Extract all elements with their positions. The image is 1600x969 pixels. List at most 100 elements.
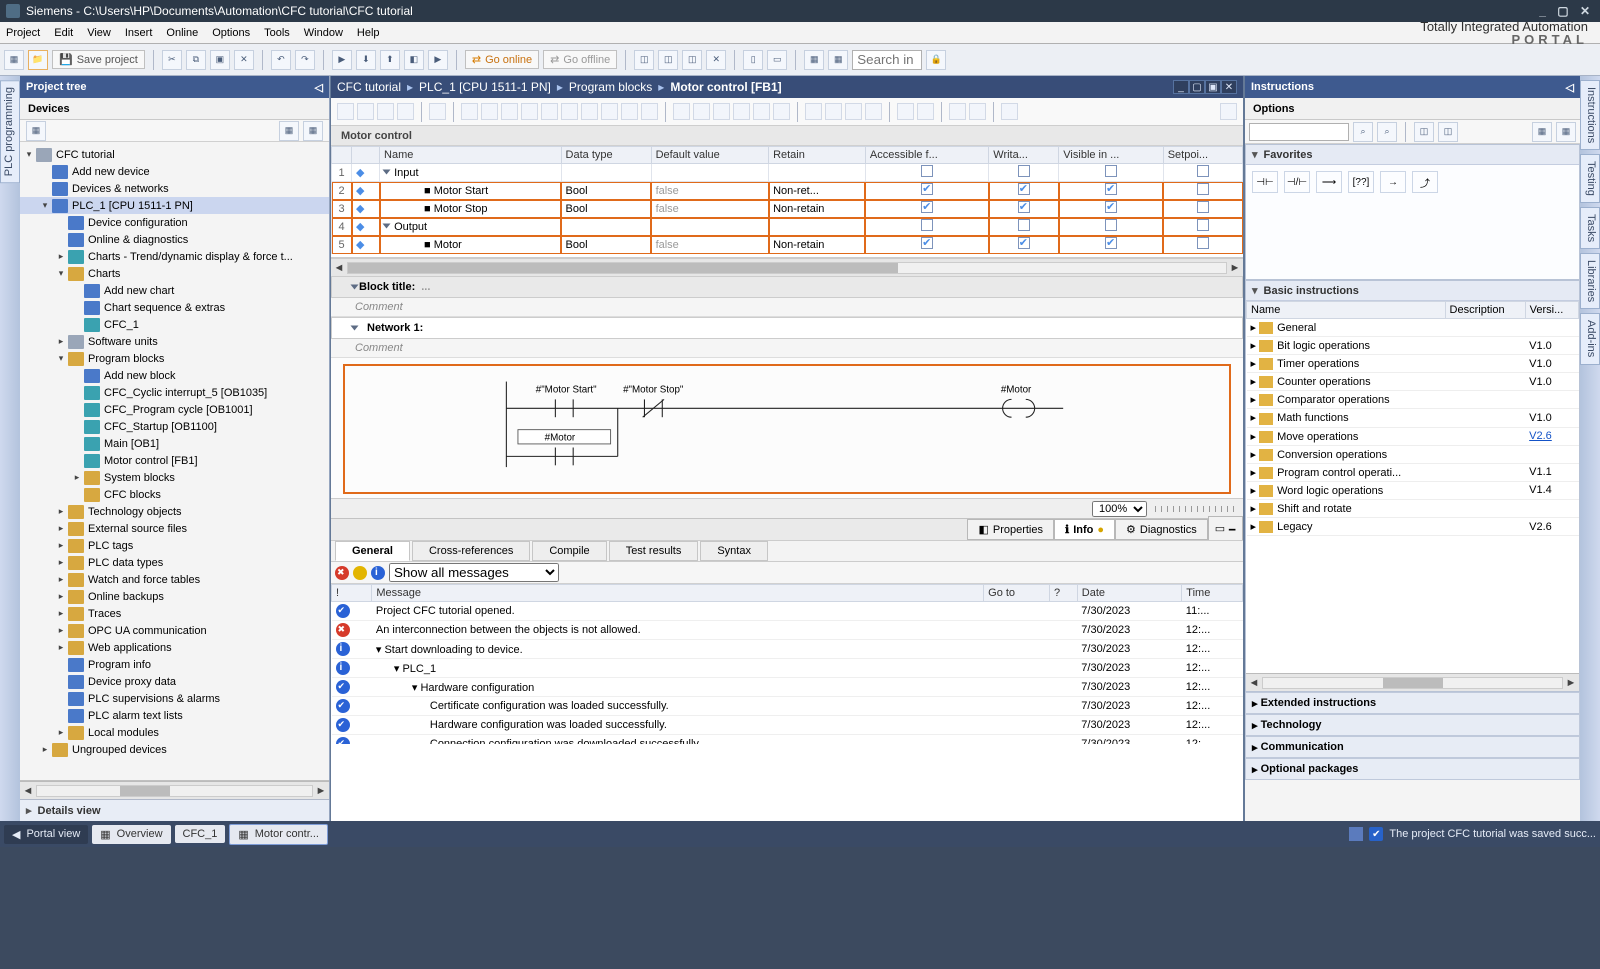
tree-row[interactable]: CFC_Startup [OB1100] [20,418,329,435]
etb-icon[interactable] [337,103,354,120]
instruction-row[interactable]: ▸ Counter operationsV1.0 [1247,373,1579,391]
tree-expand-icon[interactable] [72,405,82,415]
tool-4-icon[interactable]: ▦ [804,50,824,70]
etb-icon[interactable] [429,103,446,120]
tree-expand-icon[interactable]: ▸ [56,643,66,653]
etb-icon[interactable] [949,103,966,120]
tree-row[interactable]: Motor control [FB1] [20,452,329,469]
checkbox[interactable] [1197,165,1209,177]
tree-row[interactable]: ▾Program blocks [20,350,329,367]
vtab-addins[interactable]: Add-ins [1580,313,1600,364]
bc-block[interactable]: Motor control [FB1] [670,80,781,94]
checkbox[interactable] [1018,201,1030,213]
instruction-row[interactable]: ▸ Math functionsV1.0 [1247,409,1579,427]
message-row[interactable]: An interconnection between the objects i… [332,621,1243,640]
delete-icon[interactable]: ✕ [234,50,254,70]
subtab-general[interactable]: General [335,541,410,561]
menu-help[interactable]: Help [357,27,380,39]
tree-row[interactable]: ▾CFC tutorial [20,146,329,163]
tree-row[interactable]: Add new chart [20,282,329,299]
checkbox[interactable] [921,237,933,249]
opt-pkg-header[interactable]: ▸ Optional packages [1245,758,1580,780]
instruction-row[interactable]: ▸ Bit logic operationsV1.0 [1247,337,1579,355]
checkbox[interactable] [1105,183,1117,195]
checkbox[interactable] [921,183,933,195]
menu-insert[interactable]: Insert [125,27,153,39]
tree-expand-icon[interactable]: ▸ [72,473,82,483]
tree-row[interactable]: ▸Charts - Trend/dynamic display & force … [20,248,329,265]
message-row[interactable]: ▾ Hardware configuration7/30/202312:... [332,678,1243,697]
tree-row[interactable]: ▸Traces [20,605,329,622]
favorite-instruction-icon[interactable]: [??] [1348,171,1374,193]
project-tree-collapse-icon[interactable]: ◁ [315,81,323,94]
window-controls[interactable]: _ ▢ ✕ [1539,4,1594,18]
vtab-libraries[interactable]: Libraries [1580,253,1600,309]
go-online-button[interactable]: ⇄ Go online [465,50,539,69]
opt-icon[interactable]: ▦ [1556,122,1576,142]
chevron-down-icon[interactable] [351,285,359,290]
vtab-plc-programming[interactable]: PLC programming [0,80,20,183]
details-view-header[interactable]: ▸ Details view [20,799,329,821]
tree-row[interactable]: PLC supervisions & alarms [20,690,329,707]
tree-row[interactable]: ▸Local modules [20,724,329,741]
checkbox[interactable] [1197,201,1209,213]
tree-row[interactable]: ▸Web applications [20,639,329,656]
tab-collapse-icon[interactable]: ▭ 🗕 [1208,516,1243,543]
tree-expand-icon[interactable] [56,711,66,721]
etb-icon[interactable] [805,103,822,120]
editor-breadcrumb[interactable]: CFC tutorial▸ PLC_1 [CPU 1511-1 PN]▸ Pro… [331,76,1243,98]
tree-expand-icon[interactable] [56,235,66,245]
tree-row[interactable]: ▸External source files [20,520,329,537]
project-tree-list[interactable]: ▾CFC tutorialAdd new deviceDevices & net… [20,142,329,781]
go-offline-button[interactable]: ⇄ Go offline [543,50,617,69]
global-search-input[interactable] [852,50,922,70]
task-tab-cfc1[interactable]: CFC_1 [175,825,226,843]
var-row[interactable]: 1◆ Input [332,164,1243,182]
bc-project[interactable]: CFC tutorial [337,80,401,94]
cut-icon[interactable]: ✂ [162,50,182,70]
instructions-table[interactable]: NameDescriptionVersi...▸ General▸ Bit lo… [1246,301,1579,536]
etb-icon[interactable] [693,103,710,120]
subtab-compile[interactable]: Compile [532,541,606,561]
menu-options[interactable]: Options [212,27,250,39]
tree-expand-icon[interactable] [56,218,66,228]
checkbox[interactable] [1105,219,1117,231]
checkbox[interactable] [1018,237,1030,249]
favorite-instruction-icon[interactable]: ⤴ [1412,171,1438,193]
checkbox[interactable] [921,165,933,177]
tree-row[interactable]: CFC blocks [20,486,329,503]
tree-expand-icon[interactable] [72,388,82,398]
tree-expand-icon[interactable] [72,456,82,466]
etb-icon[interactable] [481,103,498,120]
start-icon[interactable]: ▶ [428,50,448,70]
subtab-test[interactable]: Test results [609,541,699,561]
tree-row[interactable]: ▸System blocks [20,469,329,486]
new-project-icon[interactable]: ▦ [4,50,24,70]
tree-view-2-icon[interactable]: ▦ [303,121,323,141]
scroll-thumb[interactable] [120,786,170,796]
msg-filter-select[interactable]: Show all messages [389,563,559,582]
upload-icon[interactable]: ⬆ [380,50,400,70]
tree-hscroll[interactable]: ◄ ► [20,781,329,799]
tool-1-icon[interactable]: ◫ [634,50,654,70]
tree-tool-1-icon[interactable]: ▦ [26,121,46,141]
tab-diagnostics[interactable]: ⚙ Diagnostics [1115,519,1208,540]
tree-expand-icon[interactable]: ▸ [56,575,66,585]
tree-expand-icon[interactable]: ▸ [56,728,66,738]
tree-row[interactable]: ▸Technology objects [20,503,329,520]
favorite-instruction-icon[interactable]: → [1380,171,1406,193]
tool-close-icon[interactable]: ✕ [706,50,726,70]
checkbox[interactable] [921,219,933,231]
block-comment[interactable]: Comment [331,298,1243,317]
tree-expand-icon[interactable] [72,371,82,381]
paste-icon[interactable]: ▣ [210,50,230,70]
tree-expand-icon[interactable] [56,660,66,670]
tree-expand-icon[interactable]: ▾ [56,354,66,364]
tree-expand-icon[interactable] [40,167,50,177]
opt-icon[interactable]: ◫ [1414,122,1434,142]
tree-row[interactable]: ▸PLC data types [20,554,329,571]
tree-expand-icon[interactable]: ▸ [56,524,66,534]
technology-header[interactable]: ▸ Technology [1245,714,1580,736]
etb-icon[interactable] [673,103,690,120]
checkbox[interactable] [1018,183,1030,195]
